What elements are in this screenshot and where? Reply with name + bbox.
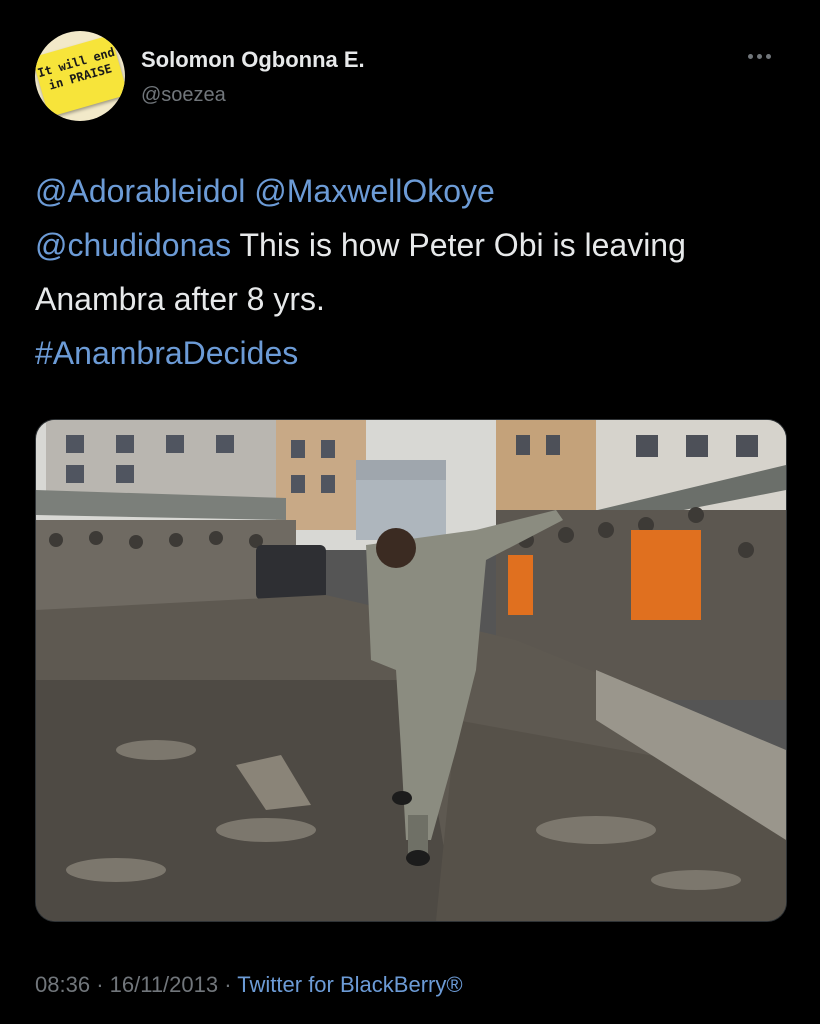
tweet-text: @Adorableidol @MaxwellOkoye @chudidonas … <box>35 164 785 380</box>
display-name[interactable]: Solomon Ogbonna E. <box>141 47 365 73</box>
tweet-time[interactable]: 08:36 <box>35 972 90 997</box>
meta-separator: · <box>224 972 232 997</box>
mention-link[interactable]: @chudidonas <box>35 227 231 263</box>
meta-separator: · <box>96 972 104 997</box>
tweet-photo[interactable] <box>35 419 787 922</box>
avatar[interactable]: It will end in PRAISE <box>35 31 125 121</box>
tweet-meta: 08:36 · 16/11/2013 · Twitter for BlackBe… <box>35 972 463 998</box>
user-handle[interactable]: @soezea <box>141 84 226 107</box>
tweet-date[interactable]: 16/11/2013 <box>110 972 218 997</box>
mention-link[interactable]: @MaxwellOkoye <box>254 173 495 209</box>
more-options-icon[interactable] <box>748 54 771 59</box>
mention-link[interactable]: @Adorableidol <box>35 173 245 209</box>
avatar-note-text: It will end in PRAISE <box>36 44 117 93</box>
hashtag-link[interactable]: #AnambraDecides <box>35 335 298 371</box>
tweet-source-link[interactable]: Twitter for BlackBerry® <box>237 972 462 997</box>
street-scene-photo <box>36 420 786 921</box>
avatar-sticky-note: It will end in PRAISE <box>35 34 125 118</box>
